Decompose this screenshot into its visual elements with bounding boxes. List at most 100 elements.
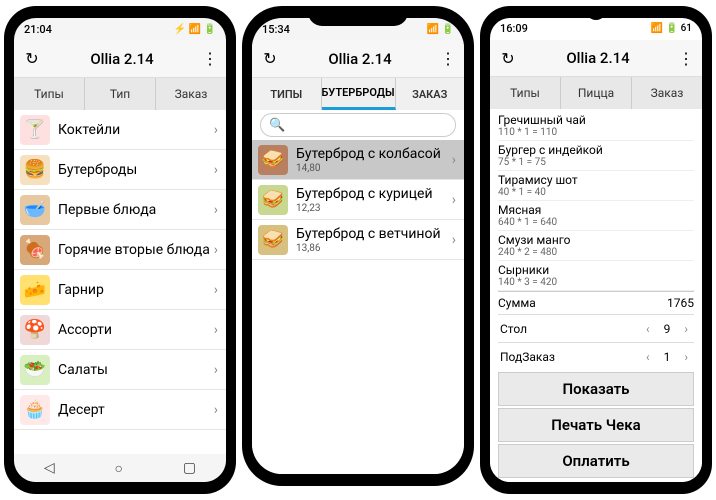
category-row[interactable]: 🥣 Первые блюда › xyxy=(14,190,226,230)
tab-types[interactable]: Типы xyxy=(490,77,561,109)
order-item-name: Сырники xyxy=(498,263,694,277)
chevron-right-icon: › xyxy=(452,232,456,248)
refresh-icon[interactable]: ↻ xyxy=(498,48,518,68)
chevron-right-icon: › xyxy=(214,282,218,298)
suborder-row: ПодЗаказ ‹ 1 › xyxy=(498,342,694,370)
order-item-name: Бургер с индейкой xyxy=(498,143,694,157)
category-thumb: 🍸 xyxy=(20,115,50,145)
notch xyxy=(308,6,408,26)
chevron-right-icon: › xyxy=(452,152,456,168)
order-item[interactable]: Тирамису шот 40 * 1 = 40 xyxy=(498,171,694,201)
tab-type[interactable]: Тип xyxy=(85,78,156,110)
sum-value: 1765 xyxy=(667,296,694,310)
category-row[interactable]: 🧁 Десерт › xyxy=(14,390,226,430)
table-row: Стол ‹ 9 › xyxy=(498,314,694,342)
order-item[interactable]: Смузи манго 240 * 2 = 480 xyxy=(498,231,694,261)
chevron-right-icon: › xyxy=(214,242,218,258)
clock: 16:09 xyxy=(500,22,528,35)
home-icon[interactable]: ○ xyxy=(115,460,123,477)
more-icon[interactable]: ⋮ xyxy=(202,49,218,68)
search-icon: 🔍 xyxy=(269,118,285,133)
search-input[interactable]: 🔍 xyxy=(260,113,456,137)
category-row[interactable]: 🍸 Коктейли › xyxy=(14,110,226,150)
item-price: 12,23 xyxy=(296,203,452,214)
order-item-calc: 110 * 1 = 110 xyxy=(498,127,694,138)
tab-order[interactable]: Заказ xyxy=(632,77,702,109)
tab-bar: Типы Тип Заказ xyxy=(14,78,226,110)
print-receipt-button[interactable]: Печать Чека xyxy=(498,408,694,442)
tab-types[interactable]: ТИПЫ xyxy=(252,78,322,110)
order-item[interactable]: Бургер с индейкой 75 * 1 = 75 xyxy=(498,141,694,171)
item-row[interactable]: 🥪 Бутерброд с колбасой14,80 › xyxy=(252,140,464,180)
chevron-right-icon: › xyxy=(214,122,218,138)
chevron-right-icon: › xyxy=(214,202,218,218)
refresh-icon[interactable]: ↻ xyxy=(22,49,42,69)
more-icon[interactable]: ⋮ xyxy=(678,49,694,68)
tab-order[interactable]: ЗАКАЗ xyxy=(396,78,465,110)
sum-row: Сумма 1765 xyxy=(498,291,694,314)
item-list: 🥪 Бутерброд с колбасой14,80 ›🥪 Бутерброд… xyxy=(252,140,464,474)
item-row[interactable]: 🥪 Бутерброд с ветчиной13,86 › xyxy=(252,220,464,260)
refresh-icon[interactable]: ↻ xyxy=(260,49,280,69)
status-icons: 📶 🔋 xyxy=(427,24,454,35)
show-button[interactable]: Показать xyxy=(498,372,694,406)
category-label: Гарнир xyxy=(58,282,214,298)
recent-icon[interactable]: ▢ xyxy=(183,460,196,476)
tab-bar: ТИПЫ БУТЕРБРОДЫ ЗАКАЗ xyxy=(252,78,464,110)
search-row: 🔍 xyxy=(252,110,464,140)
category-thumb: 🥣 xyxy=(20,195,50,225)
category-label: Первые блюда xyxy=(58,202,214,218)
tab-bar: Типы Пицца Заказ xyxy=(490,77,702,109)
category-label: Бутерброды xyxy=(58,162,214,178)
category-row[interactable]: 🧀 Гарнир › xyxy=(14,270,226,310)
tab-pizza[interactable]: Пицца xyxy=(561,77,632,109)
clock: 15:34 xyxy=(262,23,290,36)
phone-iphone-items: 15:34 📶 🔋 ↻ Ollia 2.14 ⋮ ТИПЫ БУТЕРБРОДЫ… xyxy=(242,6,474,486)
chevron-right-icon: › xyxy=(452,192,456,208)
item-price: 13,86 xyxy=(296,243,452,254)
status-bar: 16:09 📶 🔋 61 xyxy=(490,18,702,40)
category-row[interactable]: 🥗 Салаты › xyxy=(14,350,226,390)
category-list: 🍸 Коктейли ›🍔 Бутерброды ›🥣 Первые блюда… xyxy=(14,110,226,454)
category-label: Салаты xyxy=(58,362,214,378)
category-label: Десерт xyxy=(58,402,214,418)
tab-order[interactable]: Заказ xyxy=(156,78,226,110)
status-icons: 📶 🔋 61 xyxy=(651,23,692,34)
order-list: Гречишный чай 110 * 1 = 110Бургер с инде… xyxy=(490,109,702,482)
order-item[interactable]: Сырники 140 * 3 = 420 xyxy=(498,261,694,291)
order-item-calc: 40 * 1 = 40 xyxy=(498,187,694,198)
tab-types[interactable]: Типы xyxy=(14,78,85,110)
order-item-calc: 640 * 1 = 640 xyxy=(498,217,694,228)
order-item-name: Гречишный чай xyxy=(498,113,694,127)
pay-button[interactable]: Оплатить xyxy=(498,444,694,478)
app-title: Ollia 2.14 xyxy=(518,49,678,67)
table-value: 9 xyxy=(664,322,671,336)
order-item-calc: 75 * 1 = 75 xyxy=(498,157,694,168)
category-thumb: 🧀 xyxy=(20,275,50,305)
table-decrement[interactable]: ‹ xyxy=(642,322,654,336)
item-price: 14,80 xyxy=(296,163,452,174)
category-thumb: 🧁 xyxy=(20,395,50,425)
category-row[interactable]: 🍖 Горячие вторые блюда › xyxy=(14,230,226,270)
category-row[interactable]: 🍔 Бутерброды › xyxy=(14,150,226,190)
category-row[interactable]: 🍄 Ассорти › xyxy=(14,310,226,350)
table-increment[interactable]: › xyxy=(680,322,692,336)
app-bar: ↻ Ollia 2.14 ⋮ xyxy=(490,40,702,78)
app-bar: ↻ Ollia 2.14 ⋮ xyxy=(252,40,464,78)
item-label: Бутерброд с колбасой14,80 xyxy=(296,146,452,174)
category-label: Горячие вторые блюда xyxy=(58,242,214,258)
phone-android-categories: 21:04 ⚡ 📶 🔋 ↻ Ollia 2.14 ⋮ Типы Тип Зака… xyxy=(4,6,236,494)
more-icon[interactable]: ⋮ xyxy=(440,49,456,68)
item-label: Бутерброд с курицей12,23 xyxy=(296,186,452,214)
clock: 21:04 xyxy=(24,23,52,36)
chevron-right-icon: › xyxy=(214,322,218,338)
order-item[interactable]: Гречишный чай 110 * 1 = 110 xyxy=(498,111,694,141)
back-icon[interactable]: ◁ xyxy=(44,460,55,476)
suborder-decrement[interactable]: ‹ xyxy=(642,350,654,364)
order-item-name: Мясная xyxy=(498,203,694,217)
suborder-increment[interactable]: › xyxy=(680,350,692,364)
tab-sandwiches[interactable]: БУТЕРБРОДЫ xyxy=(322,78,396,110)
item-row[interactable]: 🥪 Бутерброд с курицей12,23 › xyxy=(252,180,464,220)
order-item[interactable]: Мясная 640 * 1 = 640 xyxy=(498,201,694,231)
order-item-calc: 140 * 3 = 420 xyxy=(498,277,694,288)
